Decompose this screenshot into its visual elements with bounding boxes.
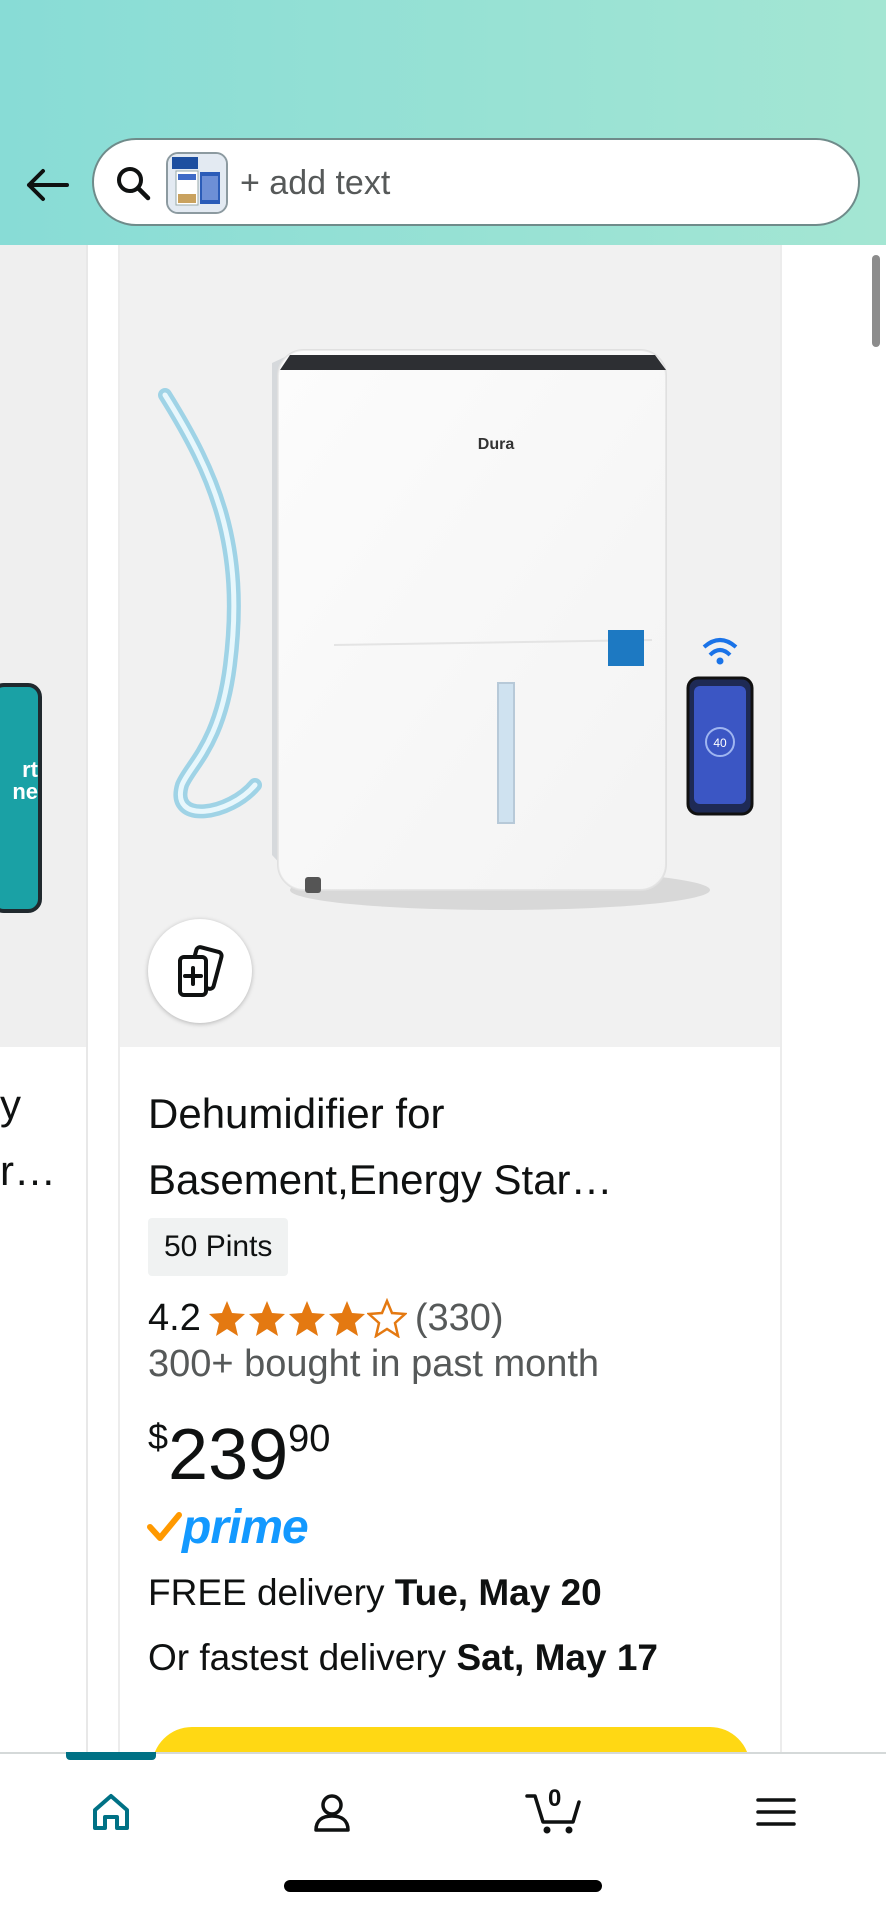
nav-menu[interactable] [741,1782,811,1842]
prime-check-icon [147,1512,182,1541]
menu-icon [756,1798,796,1826]
fastest-date: Sat, May 17 [456,1637,658,1678]
thumbnail-image [168,154,226,212]
home-icon [93,1794,129,1830]
search-placeholder[interactable]: + add text [240,164,390,203]
previous-product-phone-graphic: rt ne [0,683,42,913]
variant-badge: 50 Pints [148,1218,289,1276]
cart-count: 0 [548,1785,562,1812]
nav-cart[interactable]: 0 [520,1782,590,1842]
delivery-info: FREE delivery Tue, May 20 [148,1572,602,1614]
product-image[interactable]: Dura 40 [120,245,780,1047]
price-symbol: $ [148,1416,169,1457]
add-to-compare-button[interactable] [148,919,252,1023]
arrow-left-icon [27,169,69,201]
rating-row[interactable]: 4.2 (330) [148,1293,504,1343]
fastest-delivery-info: Or fastest delivery Sat, May 17 [148,1637,658,1679]
prime-logo-text: prime [182,1500,309,1554]
rating-value: 4.2 [148,1296,201,1339]
previous-product-card[interactable]: rt ne y r… [0,245,88,1752]
bought-in-past-month: 300+ bought in past month [148,1343,600,1385]
scrollbar[interactable] [872,255,880,347]
header: + add text [0,0,886,245]
nav-account[interactable] [297,1782,367,1842]
previous-product-title-line2[interactable]: r… [0,1147,56,1195]
star-empty-icon [366,1298,407,1338]
previous-product-title-line1[interactable]: y [0,1081,21,1129]
back-button[interactable] [20,158,74,212]
star-full-icon [248,1301,285,1336]
product-card[interactable]: Dura 40 Dehumidifier for Basement,Energy… [118,245,782,1752]
search-icon[interactable] [112,162,156,206]
price-whole: 239 [168,1415,289,1495]
star-full-icon [328,1301,365,1336]
add-to-compare-icon [178,945,224,997]
home-indicator [284,1880,602,1892]
search-bar[interactable]: + add text [92,138,860,226]
brand-text: Dura [478,436,515,453]
delivery-prefix: FREE delivery [148,1572,395,1613]
previous-product-image[interactable]: rt ne [0,245,86,1047]
account-icon [314,1794,350,1832]
phone-humidity-text: 40 [713,736,727,750]
results-carousel[interactable]: rt ne y r… Dura 40 Dehumidifier for Base… [0,245,886,1752]
uploaded-image-thumbnail[interactable] [166,152,228,214]
price-fraction: 90 [288,1418,331,1460]
prime-badge: prime [146,1499,309,1555]
previous-product-phone-text: rt ne [12,757,38,804]
fastest-prefix: Or fastest delivery [148,1637,457,1678]
star-full-icon [288,1301,325,1336]
product-title[interactable]: Dehumidifier for Basement,Energy Star… [148,1081,748,1213]
price: $ 239 90 [148,1415,330,1495]
star-rating [207,1298,407,1338]
add-to-cart-button[interactable] [152,1727,750,1752]
bottom-navigation: 0 [0,1752,886,1920]
delivery-date: Tue, May 20 [394,1572,602,1613]
review-count[interactable]: (330) [415,1297,504,1340]
star-full-icon [208,1301,245,1336]
nav-home[interactable] [76,1782,146,1842]
active-tab-indicator [66,1752,156,1760]
